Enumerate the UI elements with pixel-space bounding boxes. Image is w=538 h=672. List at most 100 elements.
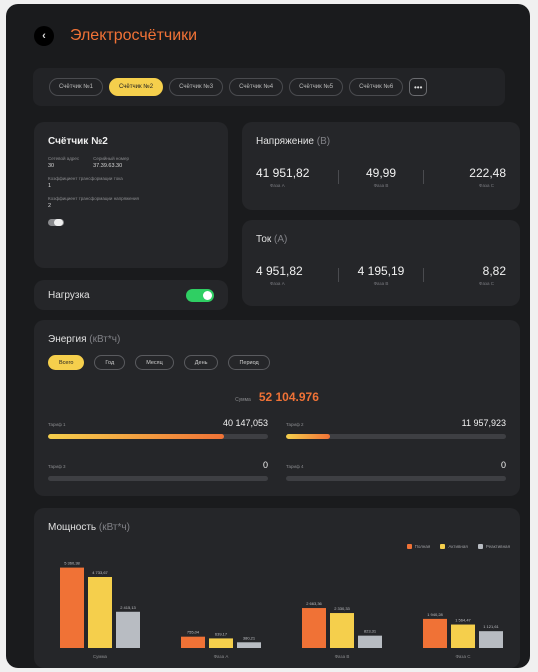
tariff-1-fill (48, 434, 224, 439)
tariff-1-value: 40 147,053 (222, 418, 268, 428)
energy-unit: (кВт*ч) (89, 334, 121, 345)
meter-info-card: Счётчик №2 Сетевой адрес 30 Серийный ном… (34, 122, 228, 268)
bar-label-active-3: 1 564,47 (455, 618, 471, 623)
divider (423, 170, 424, 184)
total-label: Сумма (235, 397, 251, 403)
tariff-3-value: 0 (262, 460, 268, 470)
current-phase-c-label: Фаза С (479, 281, 494, 286)
network-address-label: Сетевой адрес (48, 156, 80, 161)
load-label: Нагрузка (48, 289, 90, 301)
bar-full-3 (423, 618, 447, 648)
bar-active-2 (330, 613, 354, 648)
tariff-2-value: 11 957,923 (461, 418, 506, 428)
bar-label-full-3: 1 940,28 (427, 612, 443, 617)
more-icon[interactable]: ••• (409, 78, 428, 96)
voltage-ratio-value: 2 (48, 203, 52, 209)
period-range-button[interactable]: Период (228, 355, 270, 370)
current-phase-a-value: 4 951,82 (256, 264, 303, 278)
power-chart: 5 360,38 4 733,67 2 415,13 Сумма 755,04 639,1… (60, 561, 503, 659)
tariff-3: Тариф 3 0 (48, 460, 268, 481)
bar-active-3 (451, 624, 475, 648)
bar-active-0 (88, 576, 112, 648)
current-ratio-label: Коэффициент трансформации тока (48, 176, 123, 181)
tariff-2-label: Тариф 2 (286, 422, 304, 427)
tariff-1: Тариф 1 40 147,053 (48, 418, 268, 439)
current-phase-b-value: 4 195,19 (357, 264, 405, 278)
meter-title: Счётчик №2 (48, 136, 108, 147)
current-unit: (А) (274, 234, 288, 245)
bar-label-reactive-1: 380,21 (243, 635, 256, 640)
tariff-4-bar (286, 476, 506, 481)
voltage-phase-b-value: 49,99 (365, 166, 397, 180)
current-phase-b-label: Фаза В (373, 281, 389, 286)
category-label-1: Фаза А (214, 654, 229, 659)
tab-meter-5[interactable]: Счётчик №5 (289, 78, 344, 96)
voltage-phase-b-label: Фаза В (373, 183, 389, 188)
category-label-2: Фаза В (335, 654, 350, 659)
category-label-3: Фаза С (456, 654, 472, 659)
bar-reactive-3 (479, 631, 503, 648)
bar-label-reactive-3: 1 121,61 (483, 624, 499, 629)
bar-reactive-2 (358, 635, 382, 648)
tariff-1-label: Тариф 1 (48, 422, 66, 427)
total-value: 52 104.976 (258, 390, 319, 404)
network-address-value: 30 (48, 163, 55, 169)
period-selector: Всего Год Месяц День Период (48, 355, 506, 370)
bar-label-active-1: 639,17 (215, 631, 228, 636)
tariff-2-fill (286, 434, 330, 439)
tab-meter-4[interactable]: Счётчик №4 (229, 78, 284, 96)
header: ‹ Электросчётчики (34, 26, 197, 46)
voltage-phase-c-value: 222,48 (469, 166, 506, 180)
period-year-button[interactable]: Год (94, 355, 126, 370)
period-all-button[interactable]: Всего (48, 355, 85, 370)
tariff-4-value: 0 (500, 460, 506, 470)
divider (338, 268, 339, 282)
voltage-title: Напряжение (256, 136, 314, 147)
period-month-button[interactable]: Месяц (135, 355, 174, 370)
bar-reactive-1 (237, 642, 261, 648)
tariff-1-bar (48, 434, 268, 439)
divider (338, 170, 339, 184)
serial-label: Серийный номер (93, 156, 129, 161)
voltage-phase-a-label: Фаза А (270, 183, 285, 188)
tariff-4-label: Тариф 4 (286, 464, 304, 469)
load-card: Нагрузка (34, 280, 228, 310)
period-day-button[interactable]: День (183, 355, 219, 370)
voltage-phase-a-value: 41 951,82 (256, 166, 310, 180)
voltage-phase-c-label: Фаза С (479, 183, 494, 188)
power-card: Мощность (кВт*ч) Полная Активная Реактив… (34, 508, 520, 668)
divider (423, 268, 424, 282)
energy-title: Энергия (48, 334, 87, 345)
tab-meter-2[interactable]: Счётчик №2 (109, 78, 164, 96)
bar-label-full-2: 2 663,36 (306, 601, 322, 606)
tab-meter-3[interactable]: Счётчик №3 (169, 78, 224, 96)
chevron-left-icon[interactable]: ‹ (34, 26, 54, 46)
tab-meter-6[interactable]: Счётчик №6 (349, 78, 404, 96)
meter-toggle[interactable] (48, 219, 64, 226)
voltage-ratio-label: Коэффициент трансформации напряжения (48, 196, 139, 201)
app-window: ‹ Электросчётчики Счётчик №1 Счётчик №2 … (6, 4, 530, 668)
bar-label-active-0: 4 733,67 (92, 570, 108, 575)
tariff-2: Тариф 2 11 957,923 (286, 418, 506, 439)
load-toggle[interactable] (186, 288, 214, 302)
voltage-unit: (В) (316, 136, 331, 147)
current-title: Ток (256, 234, 272, 245)
current-card: Ток (А) 4 951,82 Фаза А 4 195,19 Фаза В 8,… (242, 220, 520, 306)
bar-label-active-2: 2 330,33 (334, 606, 350, 611)
category-label-0: Сумма (93, 654, 108, 659)
bar-active-1 (209, 638, 233, 648)
meter-tabs: Счётчик №1 Счётчик №2 Счётчик №3 Счётчик… (33, 68, 505, 106)
tab-meter-1[interactable]: Счётчик №1 (49, 78, 104, 96)
bar-reactive-0 (116, 611, 140, 648)
bar-full-0 (60, 567, 84, 648)
tariff-4: Тариф 4 0 (286, 460, 506, 481)
current-ratio-value: 1 (48, 183, 52, 189)
bar-label-full-1: 755,04 (187, 630, 200, 635)
serial-value: 37.39.63.30 (93, 163, 123, 169)
tariff-3-bar (48, 476, 268, 481)
bar-full-2 (302, 608, 326, 648)
tariff-2-bar (286, 434, 506, 439)
page-title: Электросчётчики (70, 27, 198, 44)
energy-total: Сумма 52 104.976 (34, 390, 520, 404)
energy-card: Энергия (кВт*ч) Всего Год Месяц День Пер… (34, 320, 520, 496)
